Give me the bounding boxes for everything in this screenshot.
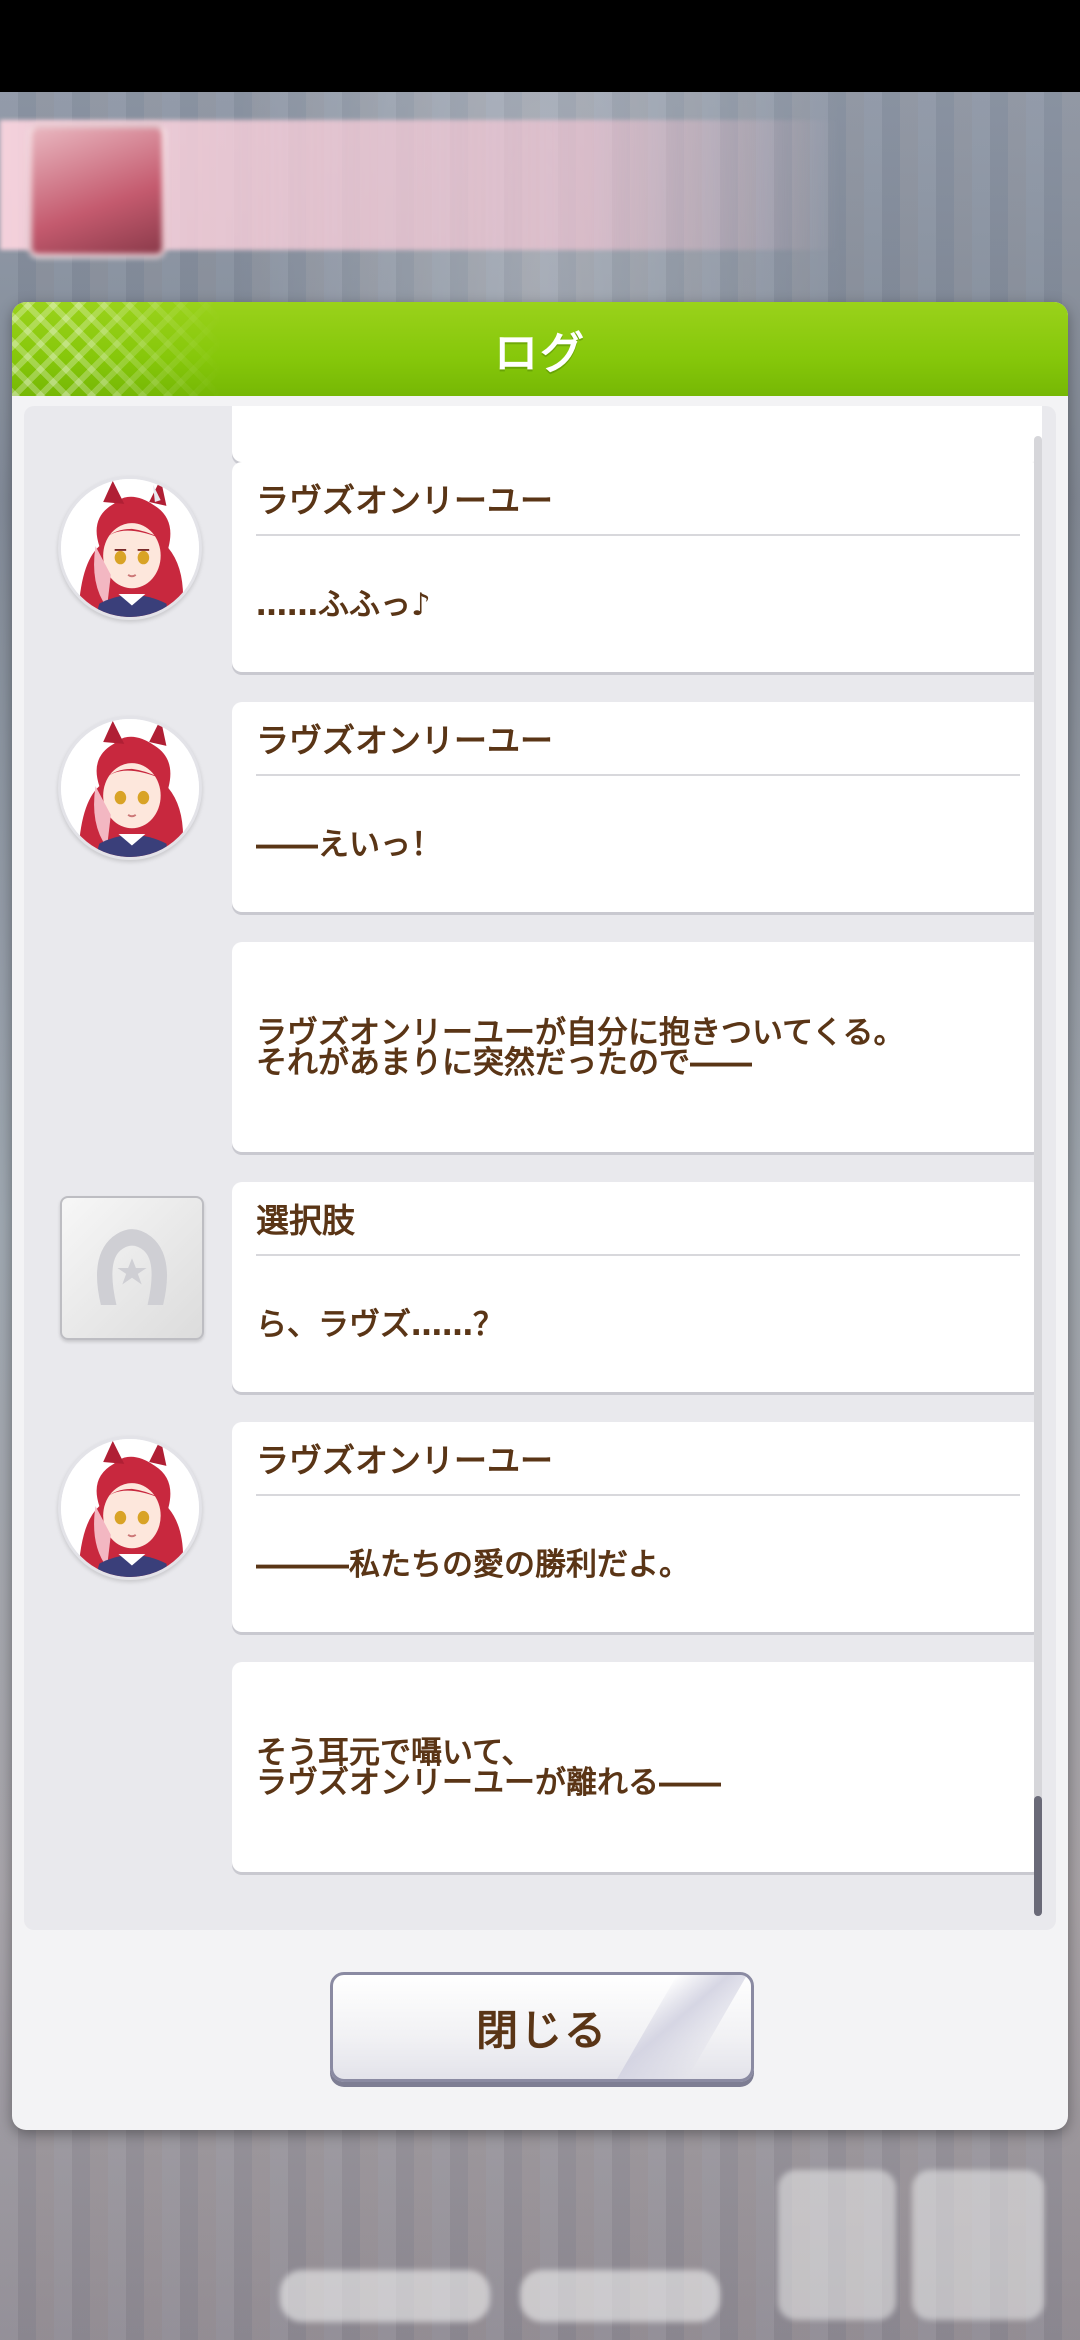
choice-label: 選択肢: [256, 1201, 355, 1240]
character-avatar: [58, 1436, 202, 1580]
narration-text: ラヴズオンリーユーが自分に抱きついてくる。: [256, 1015, 905, 1051]
entry-divider: [256, 534, 1020, 536]
close-button[interactable]: 閉じる: [330, 1972, 754, 2082]
narration-text: ラヴズオンリーユーが離れる――: [256, 1765, 721, 1801]
scrollbar-track[interactable]: [1034, 436, 1042, 1916]
dialogue-text: ―――私たちの愛の勝利だよ。: [256, 1547, 690, 1583]
log-button-background: [520, 2270, 720, 2322]
entry-divider: [256, 1494, 1020, 1496]
entry-divider: [256, 1254, 1020, 1256]
character-avatar: [58, 716, 202, 860]
narration-entry: そう耳元で囁いて、 ラヴズオンリーユーが離れる――: [232, 1662, 1042, 1872]
log-entry: ラヴズオンリーユー ……ふふっ♪: [232, 462, 1042, 672]
dialogue-text: ……ふふっ♪: [256, 587, 431, 623]
character-portrait-icon: [61, 479, 199, 617]
speaker-name: ラヴズオンリーユー: [256, 481, 553, 520]
log-entry: ラヴズオンリーユー ―――私たちの愛の勝利だよ。: [232, 1422, 1042, 1632]
status-bar: [0, 0, 1080, 92]
dialogue-text: ――えいっ！: [256, 827, 442, 863]
choice-text: ら、ラヴズ……？: [256, 1307, 504, 1343]
character-avatar: [58, 476, 202, 620]
character-portrait-icon: [61, 1439, 199, 1577]
skip-button-background: [280, 2270, 490, 2322]
horseshoe-icon: [97, 1229, 167, 1305]
choice-entry: 選択肢 ら、ラヴズ……？: [232, 1182, 1042, 1392]
character-portrait-icon: [61, 719, 199, 857]
menu-button-background: [912, 2170, 1044, 2320]
speaker-name: ラヴズオンリーユー: [256, 721, 553, 760]
banner-portrait: [28, 124, 166, 258]
dialog-title: ログ: [494, 328, 586, 379]
auto-button-background: [778, 2170, 896, 2320]
entry-divider: [256, 774, 1020, 776]
log-entry-partial: [232, 406, 1042, 462]
narration-text: それがあまりに突然だったので――: [256, 1045, 752, 1081]
dialog-header: ログ: [12, 302, 1068, 396]
log-entry: ラヴズオンリーユー ――えいっ！: [232, 702, 1042, 912]
narration-entry: ラヴズオンリーユーが自分に抱きついてくる。 それがあまりに突然だったので――: [232, 942, 1042, 1152]
log-list[interactable]: ラヴズオンリーユー ……ふふっ♪ ラヴズオンリーユー ――えいっ！ ラヴズオンリ…: [24, 406, 1056, 1930]
speaker-name: ラヴズオンリーユー: [256, 1441, 553, 1480]
narration-text: そう耳元で囁いて、: [256, 1735, 533, 1771]
log-dialog: ログ ラヴズオンリーユー ……ふふっ♪ ラヴズオンリーユー ――えいっ！ ラヴズ…: [12, 302, 1068, 2130]
choice-avatar: [60, 1196, 204, 1340]
close-button-label: 閉じる: [475, 2005, 608, 2055]
scrollbar-thumb[interactable]: [1034, 1796, 1042, 1916]
